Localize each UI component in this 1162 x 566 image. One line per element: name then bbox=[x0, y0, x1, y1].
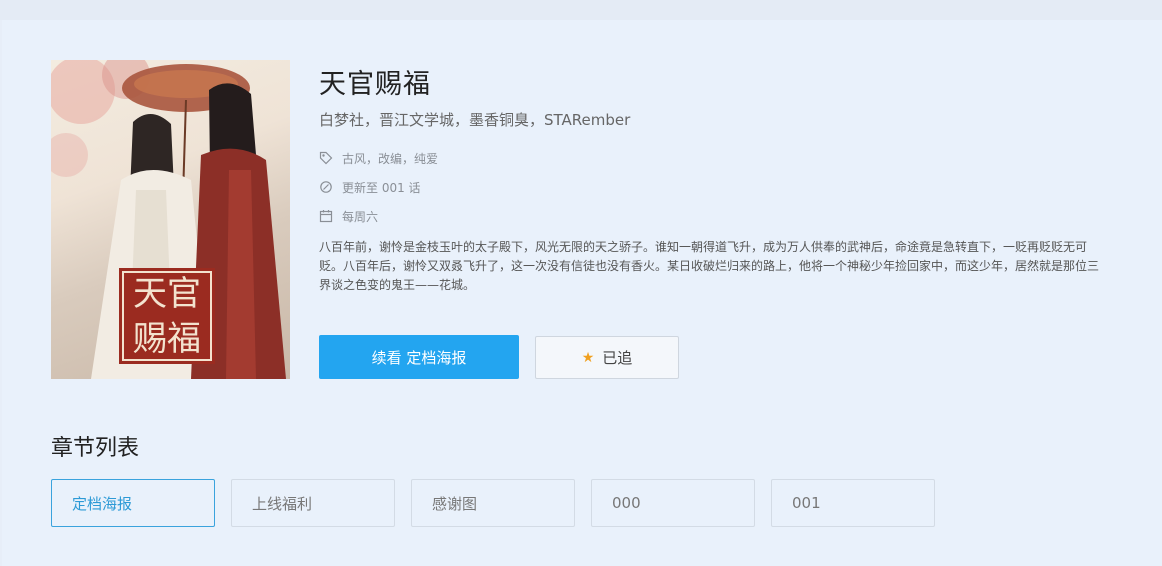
schedule-text: 每周六 bbox=[342, 209, 379, 224]
favorite-label: 已追 bbox=[602, 349, 633, 367]
svg-text:赐福: 赐福 bbox=[133, 319, 201, 359]
refresh-icon bbox=[319, 180, 333, 194]
svg-text:天官: 天官 bbox=[133, 274, 201, 314]
comic-description: 八百年前，谢怜是金枝玉叶的太子殿下，风光无限的天之骄子。谁知一朝得道飞升，成为万… bbox=[319, 240, 1100, 292]
favorite-button[interactable]: ★ 已追 bbox=[535, 336, 679, 379]
cover-illustration: 天官 赐福 bbox=[51, 60, 286, 379]
comic-title: 天官赐福 bbox=[319, 69, 431, 100]
update-row: 更新至 001 话 bbox=[319, 178, 421, 196]
tag-icon bbox=[319, 151, 333, 165]
chapter-item[interactable]: 上线福利 bbox=[231, 479, 395, 527]
chapter-item[interactable]: 感谢图 bbox=[411, 479, 575, 527]
schedule-row: 每周六 bbox=[319, 207, 378, 225]
chapter-item[interactable]: 001 bbox=[771, 479, 935, 527]
chapter-item[interactable]: 000 bbox=[591, 479, 755, 527]
cover-image[interactable]: 天官 赐福 bbox=[51, 60, 290, 379]
calendar-icon bbox=[319, 209, 333, 223]
star-icon: ★ bbox=[581, 349, 595, 366]
tags-text: 古风，改编，纯爱 bbox=[342, 151, 439, 166]
top-strip bbox=[0, 0, 1162, 20]
continue-reading-button[interactable]: 续看 定档海报 bbox=[319, 335, 519, 379]
update-text: 更新至 001 话 bbox=[342, 180, 421, 195]
tags-row: 古风，改编，纯爱 bbox=[319, 149, 438, 167]
chapter-list-heading: 章节列表 bbox=[51, 436, 140, 461]
comic-authors: 白梦社，晋江文学城，墨香铜臭，STARember bbox=[319, 111, 631, 129]
chapter-item[interactable]: 定档海报 bbox=[51, 479, 215, 527]
